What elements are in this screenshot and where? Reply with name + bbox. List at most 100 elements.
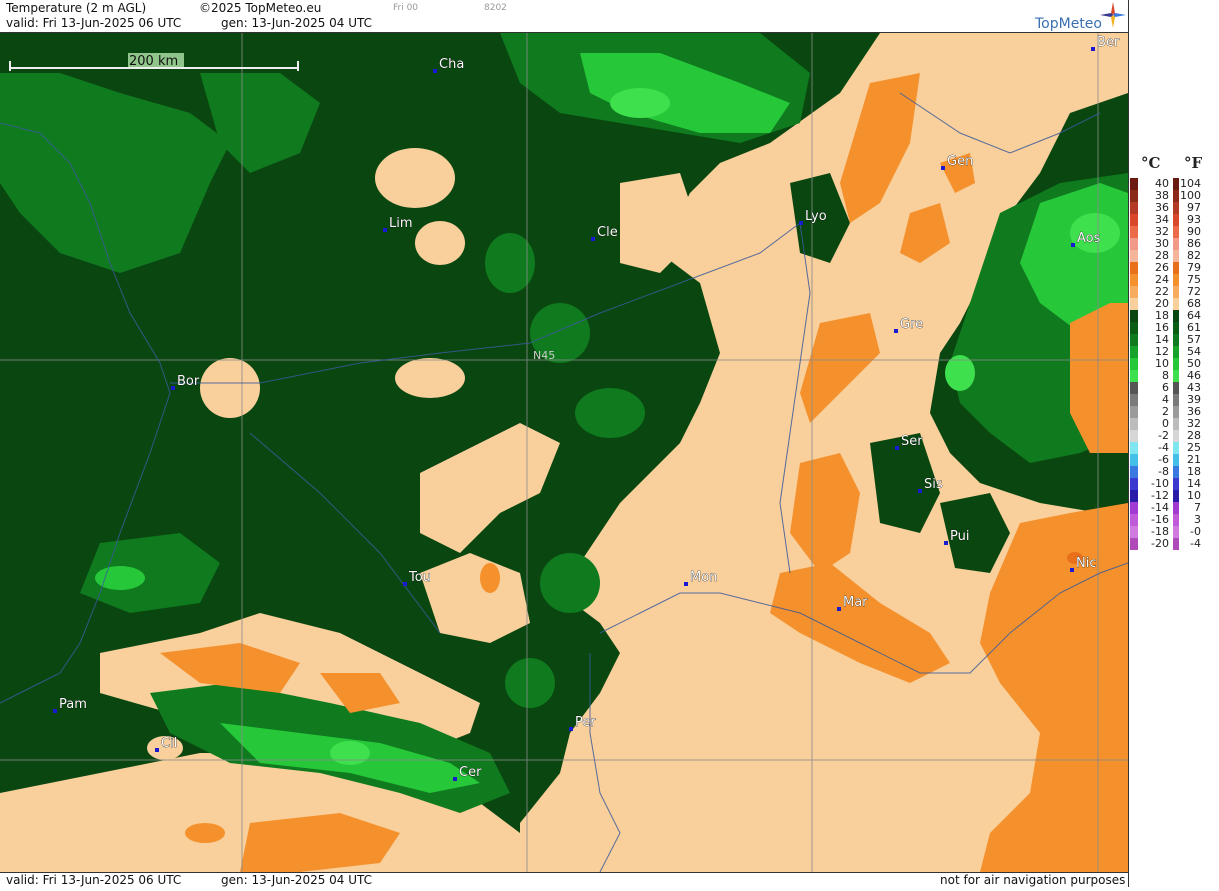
legend-swatch-f: [1173, 202, 1179, 214]
city-marker: [941, 166, 945, 170]
legend-swatch-f: [1173, 382, 1179, 394]
legend-swatch-f: [1173, 490, 1179, 502]
legend-swatch-f: [1173, 250, 1179, 262]
legend-swatch-c: [1130, 214, 1138, 226]
legend-swatch-c: [1130, 334, 1138, 346]
city-label-lyo: Lyo: [805, 209, 827, 224]
city-label-gre: Gre: [900, 317, 923, 332]
city-label-gen: Gen: [947, 154, 973, 169]
legend-swatch-c: [1130, 250, 1138, 262]
temperature-map[interactable]: 200 km N45 Cha Ber Gen Lim Cle Lyo Aos Gre Bor Se…: [0, 33, 1128, 872]
map-header: Temperature (2 m AGL) ©2025 TopMeteo.eu …: [0, 0, 1128, 33]
legend-swatch-f: [1173, 538, 1179, 550]
city-marker: [684, 582, 688, 586]
legend-swatch-c: [1130, 274, 1138, 286]
brand-logo-text: TopMeteo: [1035, 16, 1102, 32]
city-marker: [1071, 243, 1075, 247]
legend-swatch-f: [1173, 406, 1179, 418]
city-label-cle: Cle: [597, 225, 618, 240]
legend-swatch-c: [1130, 442, 1138, 454]
legend-swatch-f: [1173, 310, 1179, 322]
city-marker: [918, 489, 922, 493]
legend-swatch-c: [1130, 190, 1138, 202]
city-marker: [453, 777, 457, 781]
celsius-unit-label: °C: [1141, 154, 1161, 172]
city-marker: [1091, 47, 1095, 51]
fahrenheit-unit-label: °F: [1184, 154, 1203, 172]
city-marker: [569, 727, 573, 731]
legend-swatch-c: [1130, 490, 1138, 502]
disclaimer-text: not for air navigation purposes: [940, 873, 1126, 887]
legend-swatch-f: [1173, 178, 1179, 190]
legend-swatch-c: [1130, 418, 1138, 430]
city-label-aos: Aos: [1077, 231, 1101, 246]
city-marker: [403, 582, 407, 586]
legend-swatch-c: [1130, 322, 1138, 334]
compass-star-icon: [1100, 2, 1126, 28]
legend-swatch-c: [1130, 382, 1138, 394]
legend-swatch-f: [1173, 358, 1179, 370]
legend-swatch-c: [1130, 466, 1138, 478]
legend-swatch-c: [1130, 298, 1138, 310]
city-marker: [1070, 568, 1074, 572]
legend-swatch-c: [1130, 406, 1138, 418]
city-marker: [837, 607, 841, 611]
scale-bar-label: 200 km: [129, 54, 178, 69]
legend-celsius-tick: -20: [1151, 537, 1169, 550]
legend-swatch-c: [1130, 286, 1138, 298]
model-run-label: Fri 00: [393, 3, 419, 13]
legend-swatch-f: [1173, 430, 1179, 442]
city-label-lim: Lim: [389, 216, 413, 231]
city-marker: [383, 228, 387, 232]
city-label-cha: Cha: [439, 57, 464, 72]
city-label-mon: Mon: [690, 570, 717, 585]
legend-swatch-f: [1173, 298, 1179, 310]
legend-swatch-f: [1173, 190, 1179, 202]
legend-swatch-c: [1130, 238, 1138, 250]
legend-swatch-f: [1173, 226, 1179, 238]
legend-swatch-f: [1173, 526, 1179, 538]
city-marker: [894, 329, 898, 333]
legend-swatch-f: [1173, 262, 1179, 274]
valid-time: valid: Fri 13-Jun-2025 06 UTC: [6, 16, 182, 30]
city-marker: [155, 748, 159, 752]
city-marker: [171, 386, 175, 390]
city-label-pui: Pui: [950, 529, 969, 544]
latitude-label: N45: [533, 349, 555, 362]
legend-swatch-f: [1173, 514, 1179, 526]
temperature-legend: °C °F 40 104 38 100 36 97 34 93 32 90 30 86 28 82 26 79…: [1128, 0, 1219, 887]
legend-swatch-f: [1173, 394, 1179, 406]
city-label-tou: Tou: [408, 570, 431, 585]
product-code: 8202: [484, 3, 507, 13]
legend-swatch-c: [1130, 202, 1138, 214]
legend-swatch-f: [1173, 466, 1179, 478]
legend-swatch-f: [1173, 418, 1179, 430]
city-label-cer: Cer: [459, 765, 482, 780]
legend-swatch-c: [1130, 502, 1138, 514]
legend-fahrenheit-tick: -4: [1190, 537, 1201, 550]
legend-swatch-f: [1173, 238, 1179, 250]
legend-swatch-c: [1130, 526, 1138, 538]
legend-swatch-f: [1173, 478, 1179, 490]
city-label-bor: Bor: [177, 374, 200, 389]
legend-swatch-c: [1130, 454, 1138, 466]
legend-swatch-f: [1173, 370, 1179, 382]
legend-swatch-f: [1173, 214, 1179, 226]
city-label-ber: Ber: [1097, 35, 1120, 50]
footer-valid-time: valid: Fri 13-Jun-2025 06 UTC: [6, 873, 182, 887]
map-footer: valid: Fri 13-Jun-2025 06 UTC gen: 13-Ju…: [0, 872, 1128, 888]
city-label-nic: Nic: [1076, 556, 1096, 571]
legend-swatch-c: [1130, 310, 1138, 322]
city-label-pam: Pam: [59, 697, 87, 712]
city-marker: [944, 541, 948, 545]
legend-swatch-c: [1130, 178, 1138, 190]
legend-swatch-f: [1173, 442, 1179, 454]
legend-swatch-c: [1130, 394, 1138, 406]
legend-swatch-c: [1130, 430, 1138, 442]
footer-generated-time: gen: 13-Jun-2025 04 UTC: [221, 873, 373, 887]
legend-swatch-f: [1173, 322, 1179, 334]
city-marker: [53, 709, 57, 713]
legend-swatch-f: [1173, 334, 1179, 346]
copyright-text: ©2025 TopMeteo.eu: [199, 1, 322, 15]
city-marker: [799, 221, 803, 225]
